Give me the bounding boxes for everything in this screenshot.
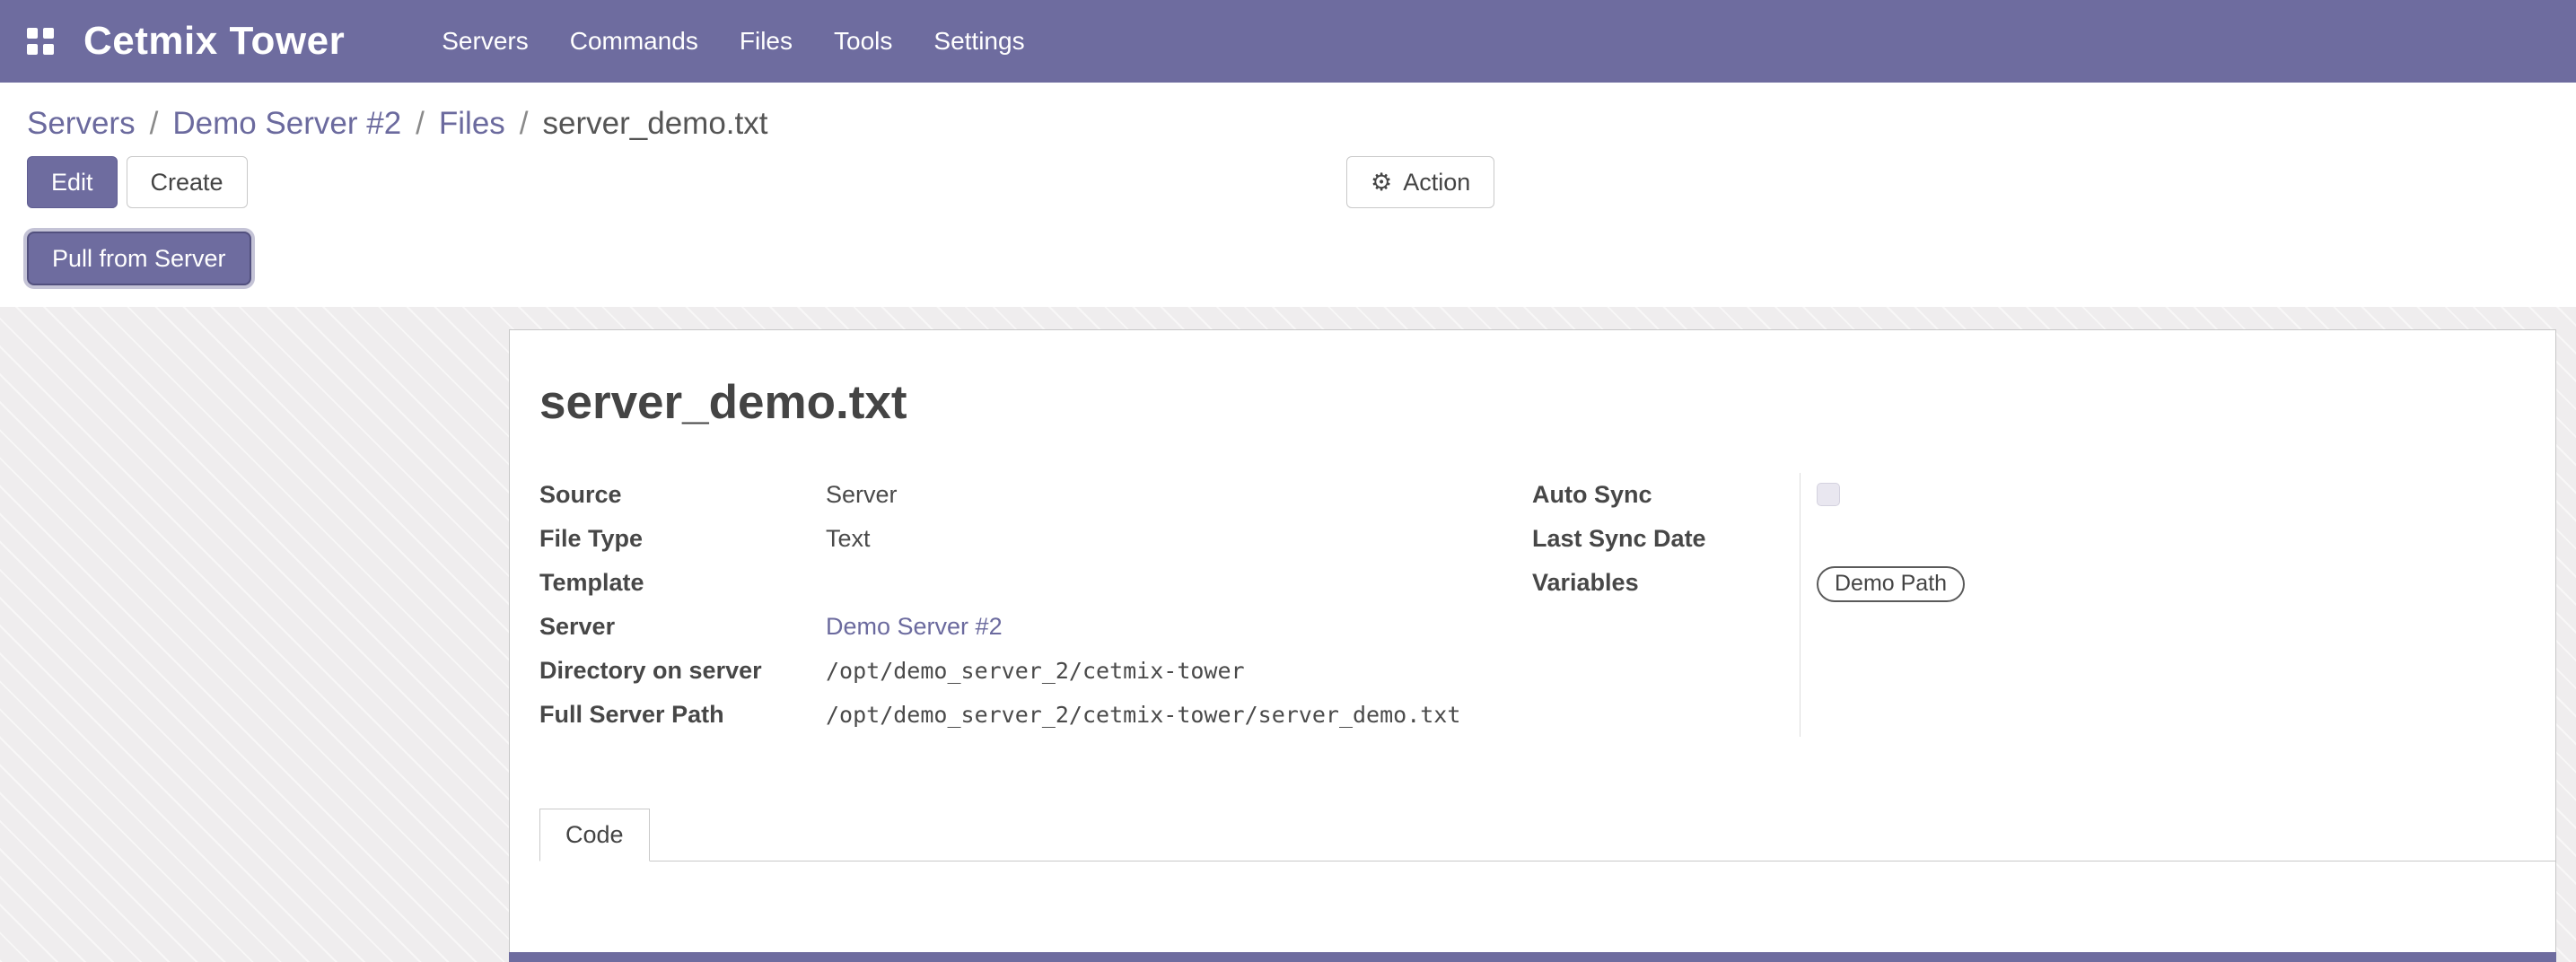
field-value-source: Server: [826, 473, 1460, 517]
right-value-column: Demo Path: [1800, 473, 1965, 737]
tab-code[interactable]: Code: [539, 809, 650, 861]
main-menu: Servers Commands Files Tools Settings: [442, 27, 1024, 56]
field-label-directory: Directory on server: [539, 649, 826, 693]
breadcrumb-demo-server[interactable]: Demo Server #2: [172, 106, 401, 142]
field-value-file-type: Text: [826, 517, 1460, 561]
code-editor-strip: [509, 952, 2556, 962]
auto-sync-checkbox[interactable]: [1817, 483, 1840, 506]
breadcrumb-separator: /: [416, 106, 425, 142]
top-navbar: Cetmix Tower Servers Commands Files Tool…: [0, 0, 2576, 83]
breadcrumb-separator: /: [520, 106, 529, 142]
breadcrumb-separator: /: [150, 106, 159, 142]
field-label-file-type: File Type: [539, 517, 826, 561]
field-value-template: [826, 561, 1460, 605]
create-button[interactable]: Create: [127, 156, 248, 208]
nav-item-tools[interactable]: Tools: [834, 27, 892, 56]
breadcrumb-servers[interactable]: Servers: [27, 106, 136, 142]
apps-grid-square: [43, 28, 54, 39]
field-label-full-path: Full Server Path: [539, 693, 826, 737]
field-label-auto-sync: Auto Sync: [1532, 473, 1800, 517]
nav-item-servers[interactable]: Servers: [442, 27, 528, 56]
field-value-server-link[interactable]: Demo Server #2: [826, 605, 1460, 649]
breadcrumb-files[interactable]: Files: [439, 106, 505, 142]
action-button[interactable]: ⚙ Action: [1346, 156, 1494, 208]
field-value-full-path: /opt/demo_server_2/cetmix-tower/server_d…: [826, 693, 1460, 737]
action-button-label: Action: [1403, 169, 1470, 197]
field-value-directory: /opt/demo_server_2/cetmix-tower: [826, 649, 1460, 693]
form-sheet: server_demo.txt Source File Type Templat…: [509, 329, 2556, 962]
right-label-column: Auto Sync Last Sync Date Variables: [1532, 473, 1800, 737]
left-value-column: Server Text Demo Server #2 /opt/demo_ser…: [826, 473, 1460, 737]
object-button-row: Pull from Server: [0, 208, 2576, 307]
notebook-tabbar: Code: [539, 809, 2555, 861]
apps-grid-square: [27, 44, 38, 55]
field-label-source: Source: [539, 473, 826, 517]
variable-tag: Demo Path: [1817, 566, 1965, 602]
pull-from-server-button[interactable]: Pull from Server: [27, 232, 251, 285]
left-label-column: Source File Type Template Server Directo…: [539, 473, 826, 737]
apps-grid-square: [27, 28, 38, 39]
field-value-last-sync: [1817, 517, 1965, 561]
field-label-last-sync: Last Sync Date: [1532, 517, 1800, 561]
form-field-grid: Source File Type Template Server Directo…: [539, 473, 2519, 737]
nav-item-files[interactable]: Files: [740, 27, 793, 56]
edit-button[interactable]: Edit: [27, 156, 118, 208]
gear-icon: ⚙: [1371, 171, 1392, 195]
field-group-left: Source File Type Template Server Directo…: [539, 473, 1532, 737]
field-value-variables: Demo Path: [1817, 561, 1965, 605]
field-group-right: Auto Sync Last Sync Date Variables Demo …: [1532, 473, 1965, 737]
field-label-template: Template: [539, 561, 826, 605]
nav-item-commands[interactable]: Commands: [570, 27, 698, 56]
record-title: server_demo.txt: [539, 375, 2519, 430]
breadcrumb-current: server_demo.txt: [543, 106, 768, 142]
form-view-background: server_demo.txt Source File Type Templat…: [0, 307, 2576, 962]
control-button-row: Edit Create ⚙ Action: [0, 151, 2576, 208]
field-label-server: Server: [539, 605, 826, 649]
breadcrumb: Servers / Demo Server #2 / Files / serve…: [0, 83, 2576, 151]
field-value-auto-sync: [1817, 473, 1965, 517]
app-brand[interactable]: Cetmix Tower: [83, 19, 345, 64]
apps-grid-icon[interactable]: [27, 28, 55, 56]
apps-grid-square: [43, 44, 54, 55]
field-label-variables: Variables: [1532, 561, 1800, 605]
nav-item-settings[interactable]: Settings: [933, 27, 1024, 56]
